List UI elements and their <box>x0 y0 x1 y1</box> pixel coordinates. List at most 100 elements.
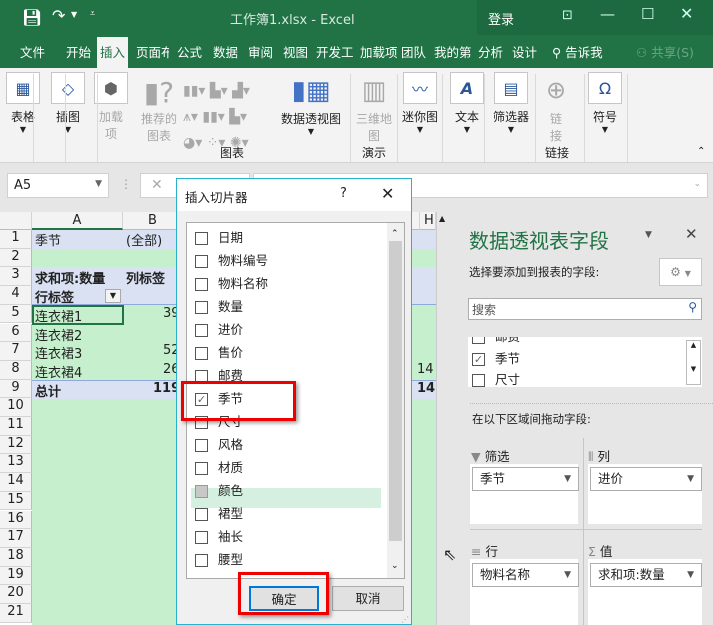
field-item[interactable]: ✓ 季节 <box>472 348 520 367</box>
row-header[interactable]: 16 <box>0 510 32 530</box>
cell-b3[interactable]: 列标签 <box>123 268 165 287</box>
share-button[interactable]: ⚇ 共享(S) <box>636 42 694 61</box>
cell-b1[interactable]: (全部) <box>123 230 162 249</box>
cell-h9[interactable]: 14 <box>414 381 435 396</box>
tab-team[interactable]: 团队 <box>401 42 426 61</box>
tab-review[interactable]: 审阅 <box>248 42 273 61</box>
row-header[interactable]: 14 <box>0 473 32 492</box>
row-header[interactable]: 3 <box>0 267 32 287</box>
cell-a7[interactable]: 连衣裙3 <box>32 343 82 362</box>
dialog-close-icon[interactable]: ✕ <box>381 184 394 203</box>
pane-close-icon[interactable]: ✕ <box>685 225 698 243</box>
row-header[interactable]: 1 <box>0 230 32 249</box>
slicer-field-item[interactable]: 数量 <box>195 296 243 318</box>
cell-a8[interactable]: 连衣裙4 <box>32 362 82 381</box>
3d-map-button[interactable]: ▥ 三维地图 <box>356 76 392 144</box>
list-scrollbar[interactable]: ⌃ ⌄ <box>387 223 404 578</box>
checkbox[interactable] <box>195 232 208 245</box>
tab-home[interactable]: 开始 <box>66 42 91 61</box>
cell-a3[interactable]: 求和项:数量 <box>32 268 105 287</box>
name-box[interactable]: A5 ▼ <box>7 173 109 198</box>
row-header[interactable]: 2 <box>0 248 32 268</box>
slicer-field-item[interactable]: 风格 <box>195 434 243 456</box>
symbols-button[interactable]: Ω 符号 ▼ <box>588 72 622 134</box>
pivot-chart-button[interactable]: ▮▦ 数据透视图 ▼ <box>280 76 342 136</box>
row-header[interactable]: 9 <box>0 379 32 399</box>
tab-custom[interactable]: 我的第 <box>434 42 472 61</box>
cell-a1[interactable]: 季节 <box>32 230 61 249</box>
column-header-h[interactable]: H <box>420 212 436 230</box>
checkbox[interactable] <box>195 508 208 521</box>
close-icon[interactable]: ✕ <box>680 4 693 23</box>
slicer-field-item[interactable]: 进价 <box>195 319 243 341</box>
cell-a6[interactable]: 连衣裙2 <box>32 325 82 344</box>
sparklines-button[interactable]: 〰迷你图 ▼ <box>402 72 438 134</box>
row-header[interactable]: 4 <box>0 286 32 305</box>
row-header[interactable]: 19 <box>0 566 32 586</box>
row-header[interactable]: 11 <box>0 417 32 436</box>
tab-developer[interactable]: 开发工 <box>316 42 356 61</box>
row-header[interactable]: 6 <box>0 323 32 343</box>
cancel-icon[interactable]: ✕ <box>151 177 163 193</box>
rows-field-dropdown[interactable]: 物料名称 ▼ <box>472 563 579 587</box>
cancel-button[interactable]: 取消 <box>332 586 404 611</box>
slicer-field-item[interactable]: 腰型 <box>195 549 243 571</box>
row-label-filter-button[interactable]: ▼ <box>105 289 121 303</box>
row-header[interactable]: 18 <box>0 547 32 567</box>
slicer-field-item[interactable]: 售价 <box>195 342 243 364</box>
recommended-charts-button[interactable]: ▮? 推荐的图表 <box>140 76 178 144</box>
checkbox[interactable] <box>195 485 208 498</box>
scroll-up-icon[interactable]: ▲ <box>439 214 445 223</box>
checkbox[interactable] <box>195 324 208 337</box>
checkbox[interactable] <box>195 439 208 452</box>
redo-dropdown-icon[interactable]: ▼ <box>71 10 77 19</box>
customize-qat-icon[interactable]: ⩡ <box>90 9 95 19</box>
slicer-field-item[interactable]: 材质 <box>195 457 243 479</box>
slicer-field-item[interactable]: 袖长 <box>195 526 243 548</box>
field-list-scrollbar[interactable]: ▲ ▼ <box>686 340 701 385</box>
checkbox[interactable] <box>195 554 208 567</box>
save-icon[interactable]: 💾︎ <box>22 8 42 27</box>
cell-a9[interactable]: 总计 <box>32 381 61 400</box>
help-button[interactable]: ? <box>340 186 347 201</box>
slicer-field-item[interactable]: 裙型 <box>195 503 243 525</box>
checkbox[interactable] <box>195 255 208 268</box>
row-header[interactable]: 5 <box>0 304 32 324</box>
pane-field-list[interactable]: 邮费 ✓季节 尺寸 ▲▼ <box>468 337 702 387</box>
text-button[interactable]: A 文本 ▼ <box>450 72 484 134</box>
expand-icon[interactable]: ⌄ <box>693 179 701 189</box>
resize-grip-icon[interactable]: ⋰ <box>401 615 409 624</box>
row-header[interactable]: 20 <box>0 585 32 604</box>
slicer-field-item[interactable]: 颜色 <box>195 480 243 502</box>
filters-button[interactable]: ▤ 筛选器 ▼ <box>491 72 531 134</box>
row-header[interactable]: 15 <box>0 491 32 511</box>
row-header[interactable]: 13 <box>0 454 32 474</box>
pane-options-icon[interactable]: ▼ <box>645 230 652 240</box>
tab-page-layout[interactable]: 页面布 <box>136 42 169 61</box>
checkbox[interactable] <box>195 278 208 291</box>
row-header[interactable]: 8 <box>0 360 32 380</box>
field-search-input[interactable]: 搜索 ⚲ <box>468 298 702 320</box>
tab-data[interactable]: 数据 <box>213 42 238 61</box>
maximize-icon[interactable]: ☐ <box>641 5 654 23</box>
tab-insert[interactable]: 插入 <box>97 37 129 68</box>
checkbox[interactable] <box>195 462 208 475</box>
scroll-down-icon[interactable]: ⌄ <box>391 561 399 571</box>
slicer-field-item[interactable]: 物料编号 <box>195 250 268 272</box>
checkbox-checked[interactable]: ✓ <box>472 353 485 366</box>
row-header[interactable]: 7 <box>0 342 32 361</box>
select-all[interactable] <box>0 212 32 230</box>
cell-a4[interactable]: 行标签 <box>32 287 74 306</box>
tools-button[interactable]: ⚙ ▼ <box>659 258 702 286</box>
column-header-a[interactable]: A <box>32 212 123 230</box>
field-item[interactable]: 尺寸 <box>472 369 520 387</box>
columns-field-dropdown[interactable]: 进价 ▼ <box>590 467 702 491</box>
login-link[interactable]: 登录 <box>488 9 514 28</box>
values-field-dropdown[interactable]: 求和项:数量 ▼ <box>590 563 702 587</box>
checkbox[interactable] <box>195 301 208 314</box>
ribbon-display-icon[interactable]: ⊡ <box>562 8 573 23</box>
link-button[interactable]: ⊕ 链接 <box>541 76 571 144</box>
checkbox[interactable] <box>195 531 208 544</box>
filters-field-dropdown[interactable]: 季节 ▼ <box>472 467 579 491</box>
table-button[interactable]: ▦ 表格 ▼ <box>6 72 40 134</box>
